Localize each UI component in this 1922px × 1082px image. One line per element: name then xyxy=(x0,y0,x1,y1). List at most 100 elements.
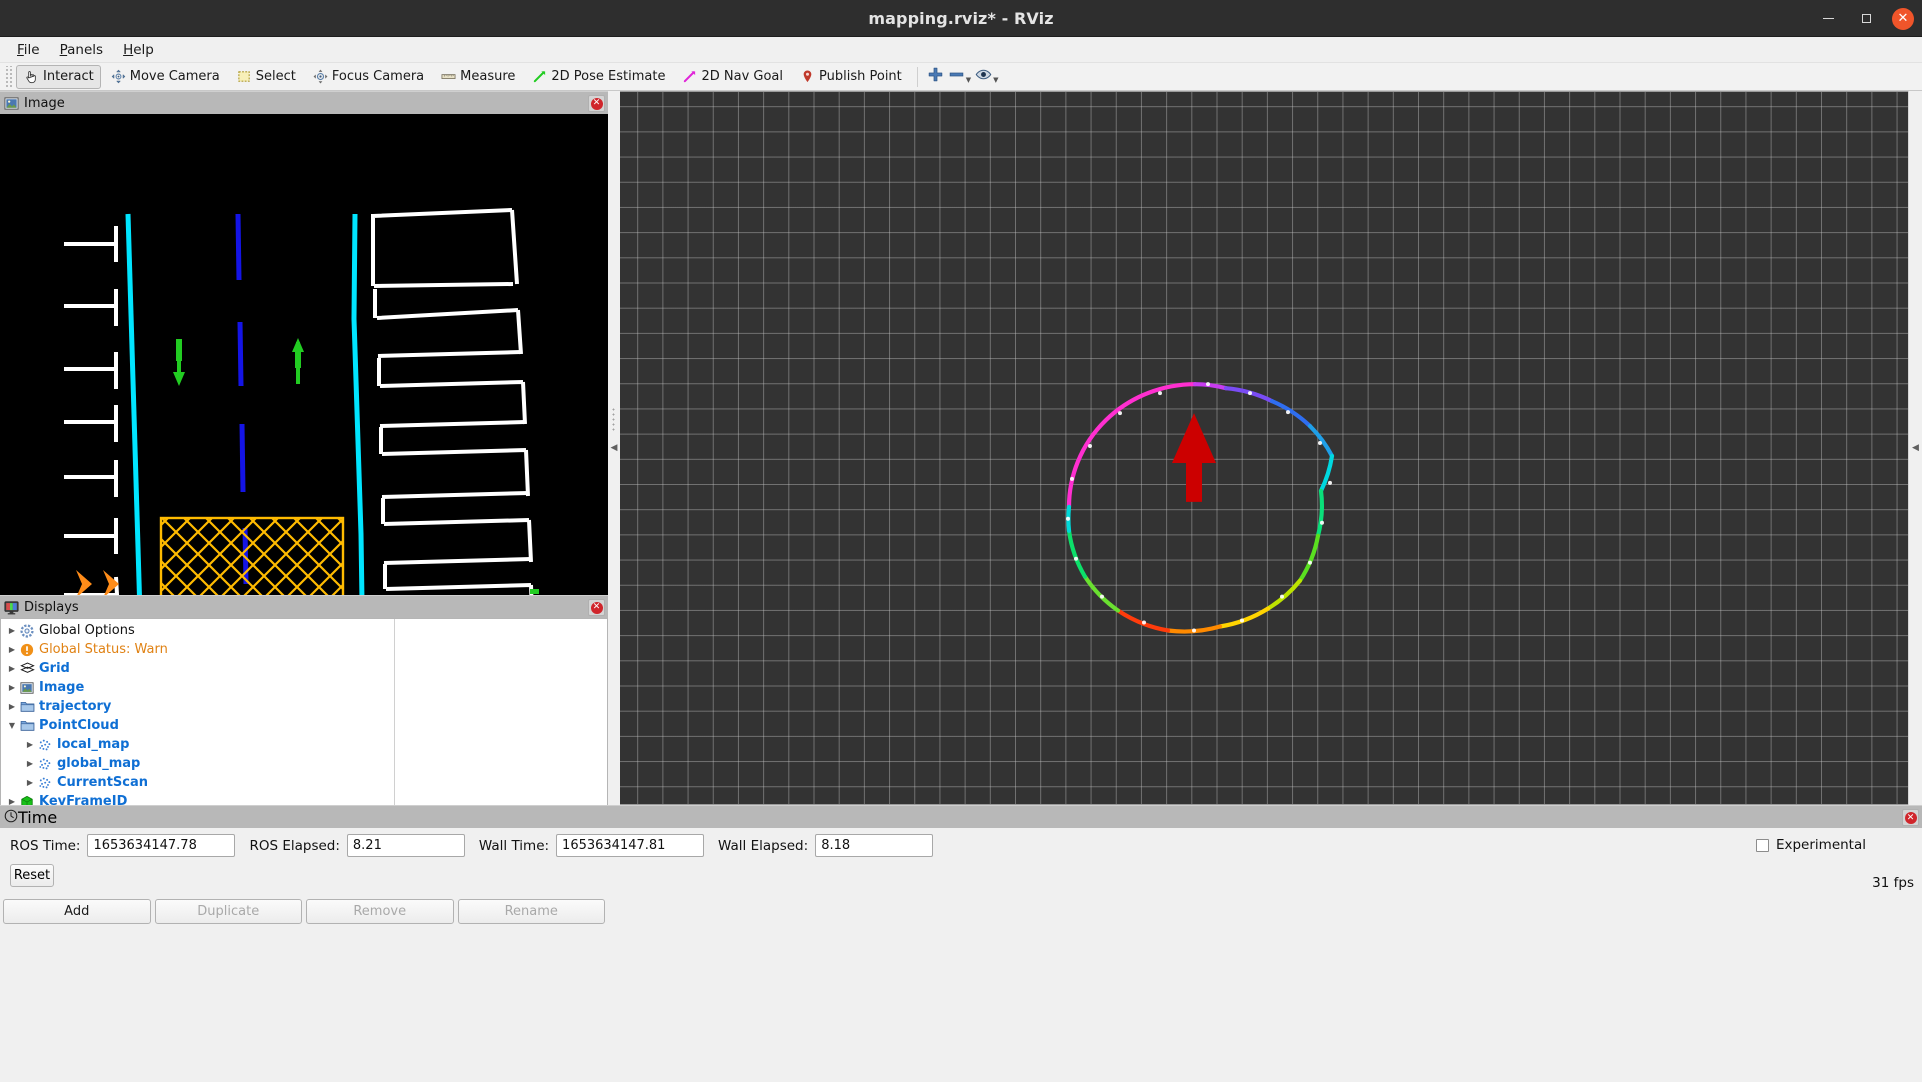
tool-move-camera[interactable]: Move Camera xyxy=(103,65,227,89)
ros-elapsed-field[interactable]: 8.21 xyxy=(346,834,465,857)
displays-tree-item-global-options[interactable]: ▶ Global Options xyxy=(1,621,394,640)
tool-publish-point[interactable]: Publish Point xyxy=(792,65,909,89)
chevron-right-icon[interactable]: ▶ xyxy=(5,645,19,654)
menu-file[interactable]: File xyxy=(8,39,49,61)
checkbox-box xyxy=(1755,838,1769,852)
main-toolbar: Interact Move Camera Select Focus Camera… xyxy=(0,63,1922,91)
tree-item-label: Image xyxy=(39,680,85,695)
time-panel-header: Time ✕ xyxy=(0,805,1922,828)
displays-tree-item-grid[interactable]: ▶Grid✓ xyxy=(1,659,394,678)
tool-measure-label: Measure xyxy=(460,69,516,84)
left-panel-splitter[interactable]: ◀ xyxy=(608,91,620,805)
image-panel-close-button[interactable]: ✕ xyxy=(588,95,605,112)
image-icon xyxy=(19,681,35,695)
chevron-right-icon[interactable]: ▶ xyxy=(5,683,19,692)
displays-tree-item-image[interactable]: ▶Image✓ xyxy=(1,678,394,697)
displays-panel-title: Displays xyxy=(24,599,79,615)
chevron-right-icon[interactable]: ▶ xyxy=(23,778,37,787)
displays-tree-item-local-map[interactable]: ▶local_map✓ xyxy=(1,735,394,754)
window-title: mapping.rviz* - RViz xyxy=(868,8,1054,28)
tool-2d-pose-estimate[interactable]: 2D Pose Estimate xyxy=(524,65,672,89)
image-panel: Image ✕ xyxy=(0,91,608,595)
rename-button-label: Rename xyxy=(504,904,558,919)
experimental-checkbox[interactable]: Experimental xyxy=(1755,837,1866,853)
wall-elapsed-field[interactable]: 8.18 xyxy=(815,834,934,857)
displays-tree-item-pointcloud[interactable]: ▼PointCloud✓ xyxy=(1,716,394,735)
zoom-in-button[interactable] xyxy=(925,65,946,88)
visibility-button[interactable]: ▼ xyxy=(973,65,1000,88)
chevron-right-icon[interactable]: ▶ xyxy=(23,740,37,749)
pose-estimate-arrow-icon xyxy=(531,68,548,85)
tool-2d-nav-goal[interactable]: 2D Nav Goal xyxy=(674,65,790,89)
chevron-right-icon[interactable]: ▶ xyxy=(5,626,19,635)
tree-item-label: Global Options xyxy=(39,623,135,638)
minimize-button[interactable] xyxy=(1816,7,1840,31)
left-dock-column: Image ✕ Displays ✕ ▶ Global Options ▶ Gl… xyxy=(0,91,608,924)
chevron-right-icon[interactable]: ▶ xyxy=(23,759,37,768)
displays-tree: ▶ Global Options ▶ Global Status: Warn ▶ Grid… xyxy=(1,619,394,822)
close-icon: ✕ xyxy=(590,601,603,614)
tool-move-camera-label: Move Camera xyxy=(129,69,220,84)
reset-time-button[interactable]: Reset xyxy=(10,864,54,887)
duplicate-display-button[interactable]: Duplicate xyxy=(154,899,302,924)
chevron-down-icon[interactable]: ▼ xyxy=(993,76,998,84)
hatched-no-park-zone xyxy=(159,516,345,595)
pointcloud-icon xyxy=(37,738,53,752)
displays-tree-item-global-map[interactable]: ▶global_map✓ xyxy=(1,754,394,773)
maximize-button[interactable] xyxy=(1854,7,1878,31)
grid-icon xyxy=(19,661,35,676)
close-button[interactable]: ✕ xyxy=(1892,7,1914,30)
displays-button-row: Add Duplicate Remove Rename xyxy=(0,893,608,929)
chevron-down-icon[interactable]: ▼ xyxy=(5,721,19,730)
image-icon xyxy=(4,96,19,111)
tree-item-label: Grid xyxy=(39,661,70,676)
minus-icon xyxy=(948,66,965,87)
chevron-right-icon[interactable]: ▶ xyxy=(5,702,19,711)
toolbar-grip[interactable] xyxy=(4,65,12,88)
tool-focus-camera[interactable]: Focus Camera xyxy=(305,65,431,89)
displays-tree-item-trajectory[interactable]: ▶trajectory✓ xyxy=(1,697,394,716)
rename-display-button[interactable]: Rename xyxy=(457,899,605,924)
tool-select[interactable]: Select xyxy=(229,65,303,89)
time-panel: Time ✕ ROS Time: 1653634147.78 ROS Elaps… xyxy=(0,805,1922,897)
tool-interact[interactable]: Interact xyxy=(16,64,101,89)
chevron-left-icon[interactable]: ◀ xyxy=(1912,443,1919,453)
laser-scan-ring xyxy=(1066,382,1335,634)
tool-measure[interactable]: Measure xyxy=(433,65,522,89)
clock-icon xyxy=(4,808,18,827)
tree-item-label: global_map xyxy=(57,756,141,771)
wall-elapsed-label: Wall Elapsed: xyxy=(718,837,809,854)
tree-item-label: local_map xyxy=(57,737,130,752)
fps-counter: 31 fps xyxy=(1872,875,1914,891)
chevron-down-icon[interactable]: ▼ xyxy=(966,76,971,84)
ros-elapsed-label: ROS Elapsed: xyxy=(249,837,340,854)
chevron-left-icon[interactable]: ◀ xyxy=(611,443,618,453)
monitor-icon xyxy=(4,600,19,615)
menu-help[interactable]: Help xyxy=(114,39,163,61)
tree-item-label: CurrentScan xyxy=(57,775,148,790)
warning-icon xyxy=(19,643,35,657)
right-panel-splitter[interactable]: ◀ xyxy=(1908,91,1922,805)
render-3d-view[interactable] xyxy=(620,91,1908,805)
displays-panel-close-button[interactable]: ✕ xyxy=(588,599,605,616)
zoom-out-button[interactable]: ▼ xyxy=(946,65,973,88)
close-icon: ✕ xyxy=(1904,811,1917,824)
remove-display-button[interactable]: Remove xyxy=(306,899,454,924)
menu-file-label: ile xyxy=(23,41,40,58)
add-display-button[interactable]: Add xyxy=(3,899,151,924)
tool-publish-point-label: Publish Point xyxy=(819,69,902,84)
plus-icon xyxy=(927,66,944,87)
displays-tree-item-global-status-warn[interactable]: ▶ Global Status: Warn xyxy=(1,640,394,659)
ros-time-field[interactable]: 1653634147.78 xyxy=(87,834,236,857)
wall-time-field[interactable]: 1653634147.81 xyxy=(556,834,705,857)
chevron-right-icon[interactable]: ▶ xyxy=(5,664,19,673)
reset-button-label: Reset xyxy=(13,868,51,883)
displays-tree-item-currentscan[interactable]: ▶CurrentScan✓ xyxy=(1,773,394,792)
tool-2d-pose-estimate-label: 2D Pose Estimate xyxy=(551,69,666,84)
experimental-label: Experimental xyxy=(1775,837,1866,853)
time-panel-close-button[interactable]: ✕ xyxy=(1902,809,1919,826)
menu-panels[interactable]: Panels xyxy=(51,39,112,61)
image-display-view[interactable] xyxy=(0,114,608,595)
map-pin-icon xyxy=(799,68,816,85)
displays-tree-value-column xyxy=(394,619,607,822)
